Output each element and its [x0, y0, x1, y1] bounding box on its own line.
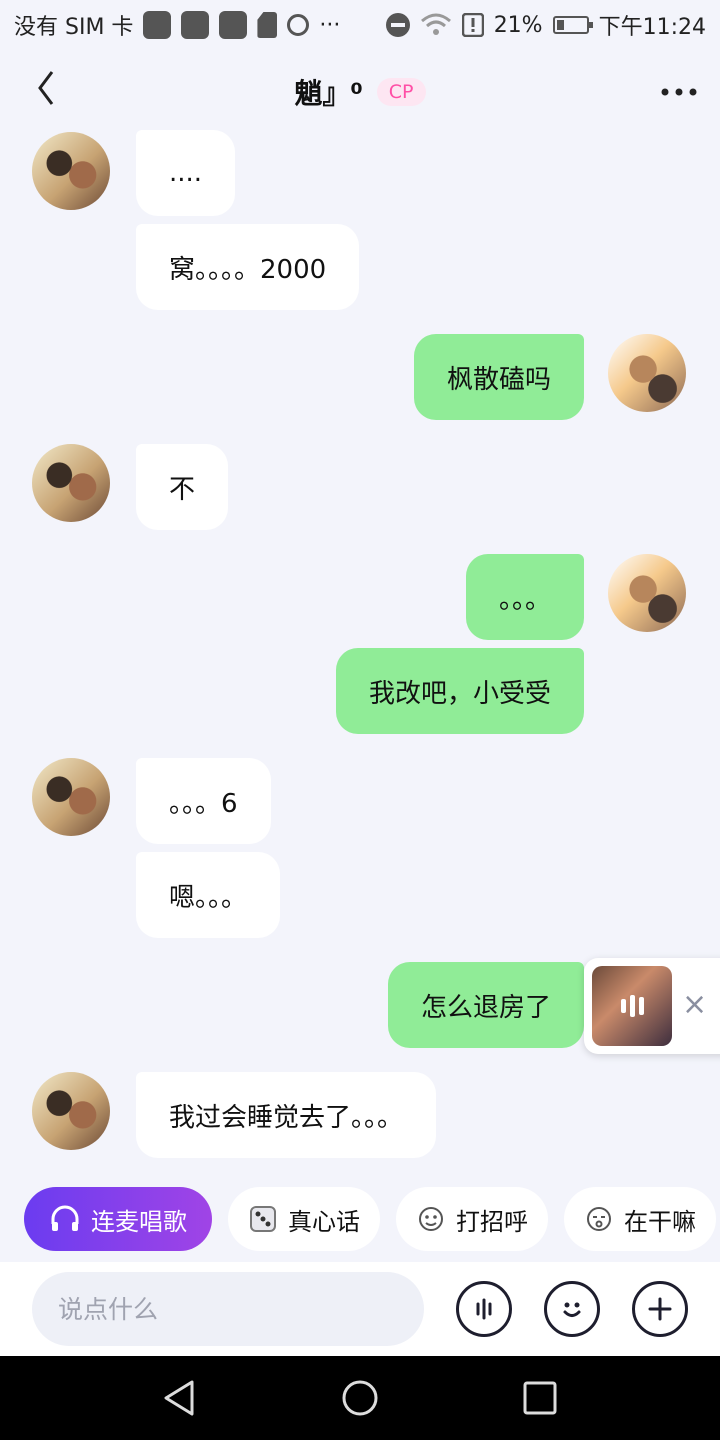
message-bubble[interactable]: 不	[136, 444, 229, 530]
more-notifications-icon: ···	[319, 12, 341, 38]
contact-avatar[interactable]	[32, 1072, 110, 1150]
battery-icon	[552, 16, 593, 34]
message-bubble[interactable]: 。。。	[465, 554, 584, 640]
message-bubble[interactable]: 怎么退房了	[387, 962, 584, 1048]
do-not-disturb-icon	[385, 13, 410, 37]
nav-recents-icon[interactable]	[518, 1376, 562, 1420]
chip-truth[interactable]: 真心话	[228, 1187, 380, 1251]
my-avatar[interactable]	[608, 554, 686, 632]
chat-header: 魈』⁰ CP	[0, 50, 720, 136]
hotspot-icon	[287, 14, 310, 36]
app-notification-icon	[219, 11, 248, 39]
chip-label: 连麦唱歌	[91, 1207, 187, 1236]
carrier-text: 没有 SIM 卡	[14, 15, 134, 40]
message-bubble[interactable]: 窝。。。。2000	[136, 224, 360, 310]
more-options-button[interactable]	[660, 70, 698, 105]
bar	[629, 995, 635, 1017]
message-bubble[interactable]: 嗯。。。	[136, 852, 281, 938]
cp-badge: CP	[376, 78, 426, 106]
battery-percent: 21%	[493, 12, 543, 38]
my-avatar[interactable]	[608, 334, 686, 412]
message-bubble[interactable]: 。。。6	[136, 758, 271, 844]
nav-back-icon[interactable]	[158, 1376, 202, 1420]
app-notification-icon	[143, 11, 172, 39]
sd-card-icon	[257, 12, 278, 38]
alert-icon	[461, 13, 484, 37]
message-bubble[interactable]: 枫散磕吗	[413, 334, 584, 420]
nav-home-icon[interactable]	[338, 1376, 382, 1420]
contact-avatar[interactable]	[32, 444, 110, 522]
quick-reply-chips: 连麦唱歌 真心话 打招呼 在干嘛	[24, 1187, 720, 1251]
bar	[638, 997, 644, 1015]
curious-face-icon	[587, 1207, 611, 1231]
chip-label: 打招呼	[456, 1207, 528, 1236]
message-bubble[interactable]: 我改吧，小受受	[335, 648, 584, 734]
smiley-icon	[563, 1302, 581, 1317]
more-dots-icon	[661, 88, 697, 96]
chip-label: 真心话	[288, 1207, 360, 1236]
plus-icon	[648, 1297, 672, 1321]
dice-icon	[250, 1206, 276, 1232]
add-button[interactable]	[632, 1281, 688, 1337]
chip-sing-together[interactable]: 连麦唱歌	[24, 1187, 212, 1251]
contact-avatar[interactable]	[32, 132, 110, 210]
voice-button[interactable]	[456, 1281, 512, 1337]
clock: 下午11:24	[598, 15, 706, 40]
chip-label: 在干嘛	[624, 1207, 696, 1236]
emoji-button[interactable]	[544, 1281, 600, 1337]
chat-title[interactable]: 魈』⁰	[295, 72, 363, 112]
input-bar	[0, 1262, 720, 1356]
message-bubble[interactable]: 我过会睡觉去了。。。	[136, 1072, 437, 1158]
chip-whatsup[interactable]: 在干嘛	[564, 1187, 716, 1251]
bar	[620, 999, 626, 1013]
message-bubble[interactable]: ....	[136, 130, 236, 216]
system-nav-bar	[0, 1356, 720, 1440]
headphones-icon	[51, 1205, 79, 1231]
message-input[interactable]	[32, 1272, 424, 1346]
status-bar: 没有 SIM 卡 ··· 21% 下午11:24	[0, 0, 720, 50]
wifi-icon	[420, 13, 451, 35]
chip-greet[interactable]: 打招呼	[396, 1187, 548, 1251]
floating-music-widget[interactable]: ×	[584, 958, 720, 1054]
music-bars-icon[interactable]	[592, 966, 672, 1046]
voice-wave-icon	[476, 1298, 492, 1320]
wave-face-icon	[419, 1207, 443, 1231]
contact-avatar[interactable]	[32, 758, 110, 836]
app-notification-icon	[181, 11, 210, 39]
close-icon[interactable]: ×	[682, 988, 707, 1022]
